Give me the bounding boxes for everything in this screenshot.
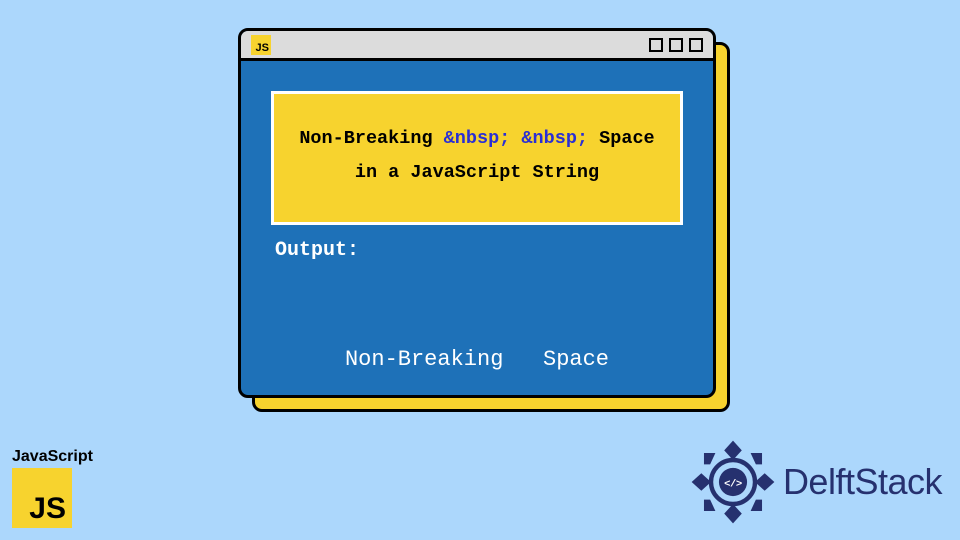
code-line-1: Non-Breaking &nbsp; &nbsp; Space (292, 122, 662, 156)
output-block: Non-Breaking Space in a JavaScript Strin… (271, 266, 683, 398)
javascript-icon-text: JS (29, 492, 66, 526)
code-text: Non-Breaking (299, 128, 432, 149)
code-card: Non-Breaking &nbsp; &nbsp; Space in a Ja… (271, 91, 683, 225)
javascript-logo: JavaScript JS (12, 448, 93, 528)
window-control-box (689, 38, 703, 52)
delftstack-wordmark: DelftStack (783, 461, 942, 503)
window-control-box (669, 38, 683, 52)
nbsp-entity: &nbsp; (444, 128, 511, 149)
output-line-1: Non-Breaking Space (271, 341, 683, 378)
output-label: Output: (275, 239, 679, 262)
nbsp-entity: &nbsp; (521, 128, 588, 149)
window-titlebar: JS (241, 31, 713, 61)
javascript-label: JavaScript (12, 448, 93, 466)
code-text: Space (599, 128, 655, 149)
delftstack-mark-icon: </> (689, 438, 777, 526)
delftstack-logo: </> DelftStack (689, 438, 942, 526)
svg-text:</>: </> (724, 478, 742, 490)
window-controls (649, 38, 703, 52)
window-control-box (649, 38, 663, 52)
code-line-2: in a JavaScript String (292, 156, 662, 190)
javascript-icon: JS (12, 468, 72, 528)
javascript-icon: JS (251, 35, 271, 55)
javascript-icon-text: JS (256, 42, 269, 54)
illustration-window: JS Non-Breaking &nbsp; &nbsp; Space in a… (238, 28, 716, 398)
